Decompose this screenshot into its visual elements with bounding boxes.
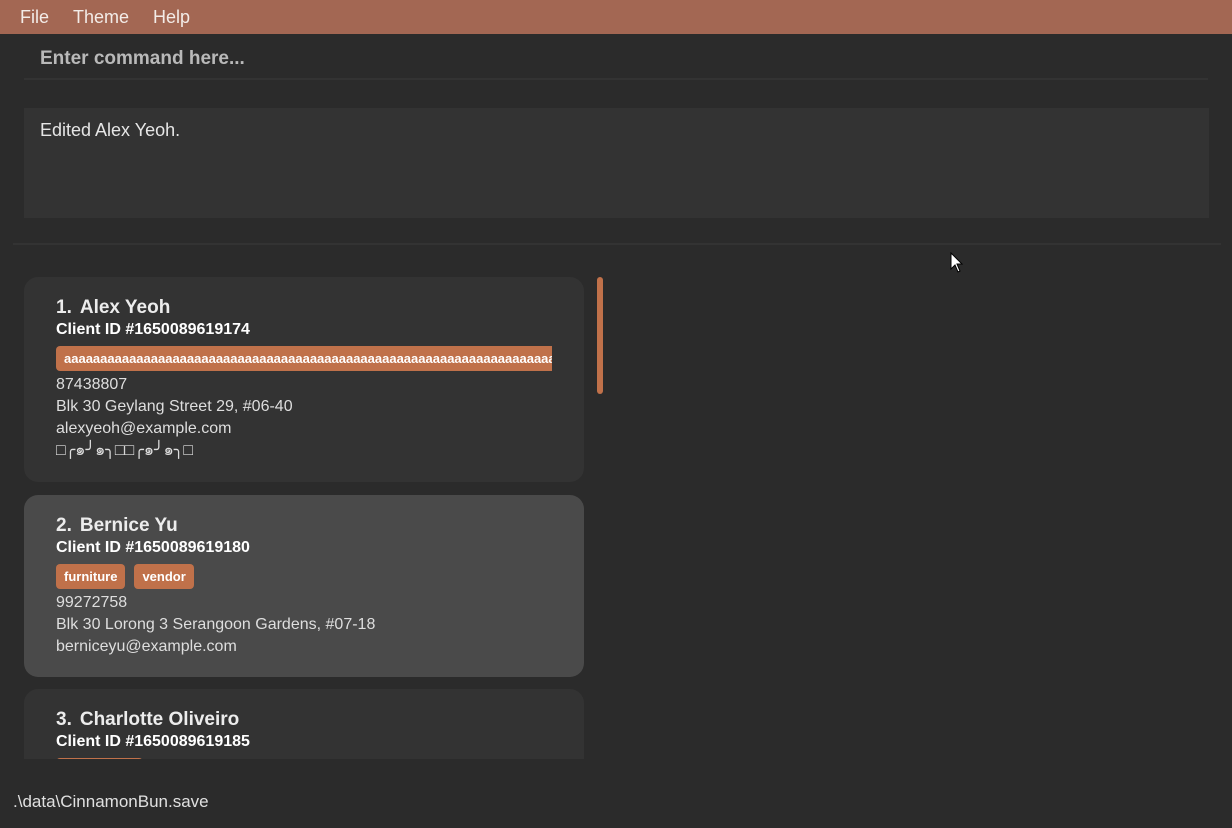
client-id: Client ID #1650089619180: [56, 539, 250, 556]
client-email: alexyeoh@example.com: [56, 420, 232, 437]
menu-file[interactable]: File: [0, 0, 61, 34]
result-text: Edited Alex Yeoh.: [40, 120, 181, 140]
divider: [13, 243, 1221, 245]
client-address: Blk 30 Lorong 3 Serangoon Gardens, #07-1…: [56, 616, 376, 633]
list-scrollbar[interactable]: [597, 277, 603, 394]
client-phone: 99272758: [56, 594, 128, 611]
client-email: berniceyu@example.com: [56, 638, 237, 655]
tag-list: neighbours: [56, 758, 552, 759]
command-input[interactable]: [24, 40, 1208, 78]
tag-list: furniture vendor: [56, 564, 552, 589]
save-location: .\data\CinnamonBun.save: [13, 792, 209, 811]
client-index: 1.: [56, 297, 72, 318]
result-display: Edited Alex Yeoh.: [24, 108, 1209, 218]
client-name: 1. Alex Yeoh: [56, 297, 552, 319]
tag-list: aaaaaaaaaaaaaaaaaaaaaaaaaaaaaaaaaaaaaaaa…: [56, 346, 552, 371]
client-name: 3. Charlotte Oliveiro: [56, 709, 552, 731]
menu-help[interactable]: Help: [141, 0, 202, 34]
client-card[interactable]: 3. Charlotte Oliveiro Client ID #16500896…: [24, 689, 584, 759]
client-name: 2. Bernice Yu: [56, 515, 552, 537]
client-id: Client ID #1650089619174: [56, 321, 250, 338]
client-name-text: Bernice Yu: [79, 515, 178, 536]
tag: vendor: [134, 564, 194, 589]
tag: furniture: [56, 564, 126, 589]
menu-theme[interactable]: Theme: [61, 0, 141, 34]
client-card[interactable]: 1. Alex Yeoh Client ID #1650089619174 aaa…: [24, 277, 584, 482]
client-phone: 87438807: [56, 376, 128, 393]
client-card[interactable]: 2. Bernice Yu Client ID #1650089619180 fu…: [24, 495, 584, 677]
mouse-cursor-icon: [950, 252, 964, 273]
client-id: Client ID #1650089619185: [56, 733, 250, 750]
client-index: 2.: [56, 515, 72, 536]
menu-bar: File Theme Help: [0, 0, 1232, 34]
tag: neighbours: [56, 758, 143, 759]
client-index: 3.: [56, 709, 72, 730]
client-address: Blk 30 Geylang Street 29, #06-40: [56, 398, 293, 415]
client-remark: □╭๑╯๑╮□□╭๑╯๑╮□: [56, 442, 194, 459]
client-list[interactable]: 1. Alex Yeoh Client ID #1650089619174 aaa…: [24, 277, 584, 759]
command-box: [24, 40, 1208, 80]
client-name-text: Charlotte Oliveiro: [79, 709, 240, 730]
client-name-text: Alex Yeoh: [79, 297, 171, 318]
tag: aaaaaaaaaaaaaaaaaaaaaaaaaaaaaaaaaaaaaaaa…: [56, 346, 552, 371]
